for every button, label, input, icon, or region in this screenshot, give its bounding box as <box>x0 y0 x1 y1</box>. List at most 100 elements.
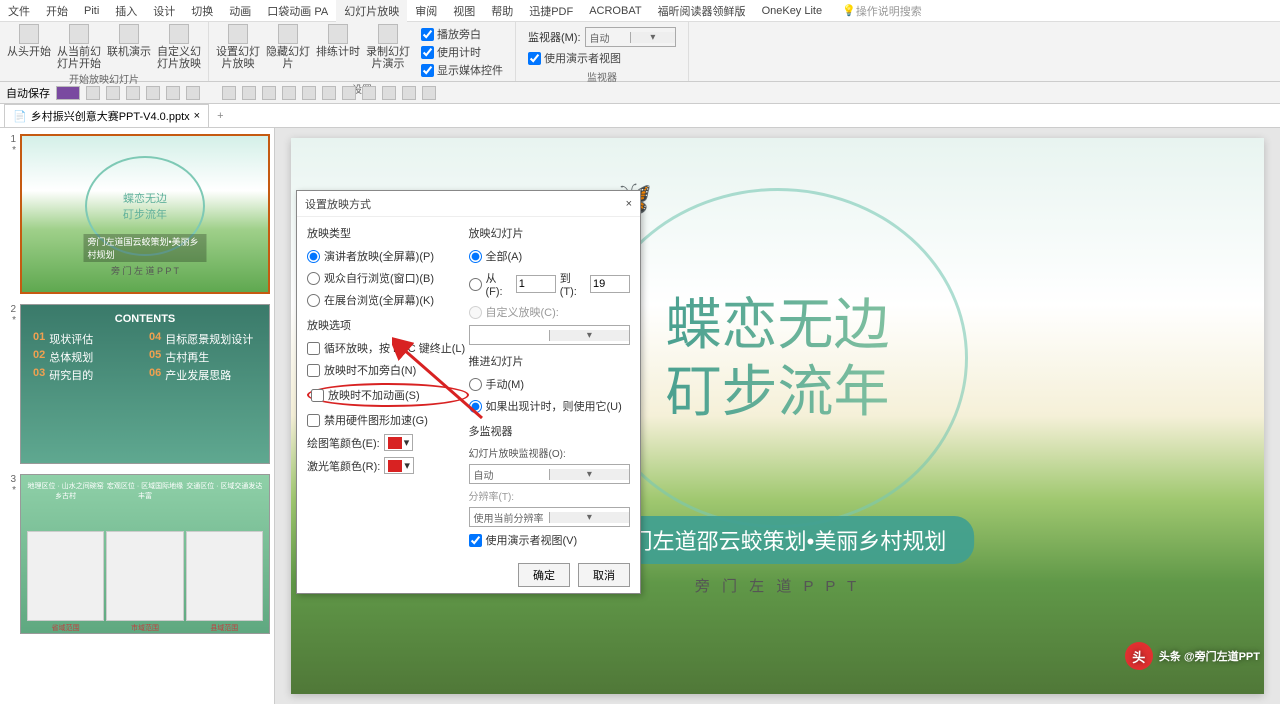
slide-thumbnails: 1* 蝶恋无边 矴步流年 旁门左道国云蛟策划•美丽乡村规划 旁 门 左 道 P … <box>0 128 275 704</box>
radio-range[interactable]: 从(F):到(T): <box>469 269 631 299</box>
thumbnail-2[interactable]: 2* CONTENTS 01现状评估 04目标愿景规划设计 02总体规划 05古… <box>4 304 270 464</box>
qa-icon[interactable] <box>322 86 336 100</box>
section-monitors: 多监视器 <box>469 423 631 439</box>
media-controls-check[interactable]: 显示媒体控件 <box>421 62 503 78</box>
qa-icon[interactable] <box>402 86 416 100</box>
use-timings-check[interactable]: 使用计时 <box>421 44 503 60</box>
tab-design[interactable]: 设计 <box>145 0 183 23</box>
map-thumb <box>186 531 263 621</box>
play-narration-check[interactable]: 播放旁白 <box>421 26 503 42</box>
tab-slideshow[interactable]: 幻灯片放映 <box>336 0 407 23</box>
custom-show-select[interactable]: ▾ <box>469 325 631 345</box>
tab-pdf[interactable]: 迅捷PDF <box>521 0 581 23</box>
qa-icon[interactable] <box>186 86 200 100</box>
radio-custom[interactable]: 自定义放映(C): <box>469 303 631 321</box>
radio-presenter[interactable]: 演讲者放映(全屏幕)(P) <box>307 247 469 265</box>
save-icon[interactable] <box>86 86 100 100</box>
thumbnail-1[interactable]: 1* 蝶恋无边 矴步流年 旁门左道国云蛟策划•美丽乡村规划 旁 门 左 道 P … <box>4 134 270 294</box>
qa-icon[interactable] <box>362 86 376 100</box>
quick-access-toolbar: 自动保存 <box>0 82 1280 104</box>
check-loop[interactable]: 循环放映，按 ESC 键终止(L) <box>307 339 469 357</box>
custom-show-button[interactable]: 自定义幻灯片放映 <box>156 24 202 70</box>
radio-all[interactable]: 全部(A) <box>469 247 631 265</box>
qa-icon[interactable] <box>262 86 276 100</box>
setup-slideshow-button[interactable]: 设置幻灯片放映 <box>215 24 261 80</box>
play-current-icon <box>69 24 89 44</box>
undo-icon[interactable] <box>106 86 120 100</box>
map-thumb <box>106 531 183 621</box>
hide-slide-button[interactable]: 隐藏幻灯片 <box>265 24 311 80</box>
chevron-down-icon: ▾ <box>630 32 675 43</box>
from-current-button[interactable]: 从当前幻灯片开始 <box>56 24 102 70</box>
resolution-select[interactable]: 使用当前分辨率▾ <box>469 507 631 527</box>
ribbon-group-monitors: 监视器(M): 自动▾ 使用演示者视图 监视器 <box>516 22 689 81</box>
thumbnail-3[interactable]: 3* 地理区位 · 山水之间碗窑乡古村 宏观区位 · 区域国际地缘丰富 交通区位… <box>4 474 270 634</box>
tab-review[interactable]: 审阅 <box>407 0 445 23</box>
qa-icon[interactable] <box>382 86 396 100</box>
qa-icon[interactable] <box>146 86 160 100</box>
new-tab-button[interactable]: + <box>209 107 231 125</box>
section-advance: 推进幻灯片 <box>469 353 631 369</box>
qa-icon[interactable] <box>342 86 356 100</box>
to-input <box>590 275 630 293</box>
tab-home[interactable]: 开始 <box>38 0 76 23</box>
highlighted-option: 放映时不加动画(S) <box>307 383 469 407</box>
check-no-animation[interactable]: 放映时不加动画(S) <box>311 386 420 404</box>
tab-onekey[interactable]: OneKey Lite <box>754 1 831 21</box>
redo-icon[interactable] <box>126 86 140 100</box>
tab-transitions[interactable]: 切换 <box>183 0 221 23</box>
qa-icon[interactable] <box>222 86 236 100</box>
qa-icon[interactable] <box>422 86 436 100</box>
slide-title-2: 矴步流年 <box>666 358 890 425</box>
tab-piti[interactable]: Piti <box>76 1 107 21</box>
tab-help[interactable]: 帮助 <box>483 0 521 23</box>
record-icon <box>378 24 398 44</box>
section-show-slides: 放映幻灯片 <box>469 225 631 241</box>
radio-browsed[interactable]: 观众自行浏览(窗口)(B) <box>307 269 469 287</box>
tab-file[interactable]: 文件 <box>0 0 38 23</box>
ok-button[interactable]: 确定 <box>518 563 570 587</box>
monitor-select[interactable]: 自动▾ <box>469 464 631 484</box>
tell-me-search[interactable]: 💡 操作说明搜索 <box>842 3 922 19</box>
group-label: 监视器 <box>587 69 617 84</box>
dialog-title: 设置放映方式 <box>305 196 371 212</box>
check-disable-hw[interactable]: 禁用硬件图形加速(G) <box>307 411 469 429</box>
check-no-narration[interactable]: 放映时不加旁白(N) <box>307 361 469 379</box>
pen-color-button[interactable]: ▾ <box>384 434 414 451</box>
autosave-toggle[interactable] <box>56 86 80 100</box>
qa-icon[interactable] <box>242 86 256 100</box>
monitor-select[interactable]: 自动▾ <box>585 27 676 47</box>
radio-kiosk[interactable]: 在展台浏览(全屏幕)(K) <box>307 291 469 309</box>
qa-icon[interactable] <box>166 86 180 100</box>
check-presenter-view[interactable]: 使用演示者视图(V) <box>469 531 631 549</box>
tab-acrobat[interactable]: ACROBAT <box>581 1 649 21</box>
document-tab[interactable]: 📄乡村振兴创意大赛PPT-V4.0.pptx× <box>4 104 209 127</box>
qa-icon[interactable] <box>302 86 316 100</box>
qa-icon[interactable] <box>282 86 296 100</box>
menu-tabs: 文件 开始 Piti 插入 设计 切换 动画 口袋动画 PA 幻灯片放映 审阅 … <box>0 0 1280 22</box>
section-show-options: 放映选项 <box>307 317 469 333</box>
tab-insert[interactable]: 插入 <box>107 0 145 23</box>
from-beginning-button[interactable]: 从头开始 <box>6 24 52 70</box>
document-tabs: 📄乡村振兴创意大赛PPT-V4.0.pptx× + <box>0 104 1280 128</box>
tab-animations[interactable]: 动画 <box>221 0 259 23</box>
rehearse-button[interactable]: 排练计时 <box>315 24 361 80</box>
play-icon <box>19 24 39 44</box>
group-label: 开始放映幻灯片 <box>69 71 139 86</box>
present-online-button[interactable]: 联机演示 <box>106 24 152 70</box>
close-icon[interactable]: × <box>194 110 200 122</box>
setup-icon <box>228 24 248 44</box>
toutiao-logo-icon: 头 <box>1125 642 1153 670</box>
tab-view[interactable]: 视图 <box>445 0 483 23</box>
timer-icon <box>328 24 348 44</box>
setup-slideshow-dialog: 设置放映方式 × 放映类型 演讲者放映(全屏幕)(P) 观众自行浏览(窗口)(B… <box>296 190 641 594</box>
tab-foxit[interactable]: 福昕阅读器领鲜版 <box>650 0 754 23</box>
laser-color-button[interactable]: ▾ <box>384 457 414 474</box>
radio-timings[interactable]: 如果出现计时，则使用它(U) <box>469 397 631 415</box>
tab-pa[interactable]: 口袋动画 PA <box>259 0 336 23</box>
presenter-view-check[interactable]: 使用演示者视图 <box>528 50 676 66</box>
record-button[interactable]: 录制幻灯片演示 <box>365 24 411 80</box>
radio-manual[interactable]: 手动(M) <box>469 375 631 393</box>
cancel-button[interactable]: 取消 <box>578 563 630 587</box>
dialog-close-icon[interactable]: × <box>626 198 632 210</box>
